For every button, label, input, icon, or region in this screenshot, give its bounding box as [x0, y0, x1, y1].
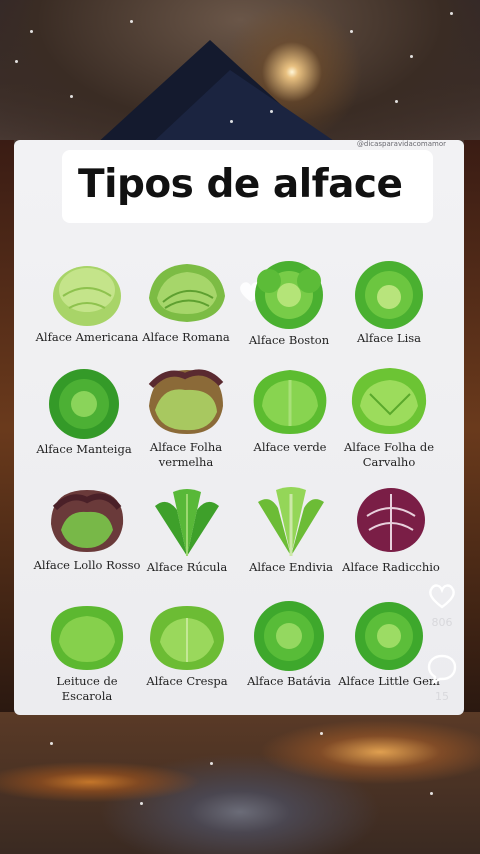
background-right-strip — [464, 140, 480, 715]
lettuce-item: Alface Radicchio — [336, 486, 446, 575]
lettuce-item: Alface Americana — [32, 260, 142, 345]
background-galaxy-top — [0, 0, 480, 145]
boston-lettuce-icon — [255, 261, 323, 329]
butterhead-lettuce-icon — [355, 261, 423, 329]
item-label: Alface Lollo Rosso — [33, 558, 141, 572]
escarole-icon — [50, 606, 124, 670]
lettuce-item: Alface Batávia — [234, 600, 344, 689]
mountain-silhouette-2 — [150, 70, 340, 145]
lettuce-item: Alface Lisa — [334, 259, 444, 346]
lettuce-item: Alface Crespa — [132, 602, 242, 689]
lollo-rosso-lettuce-icon — [51, 490, 124, 552]
background-left-strip — [0, 140, 14, 715]
lettuce-item: Alface verde — [235, 366, 345, 455]
item-label: Alface Batávia — [247, 674, 331, 688]
lettuce-item: Alface Romana — [131, 258, 241, 345]
item-label: Alface Romana — [142, 330, 230, 344]
like-count: 806 — [431, 616, 453, 629]
item-label: Alface Folha vermelha — [149, 440, 223, 469]
item-label: Alface Crespa — [146, 674, 228, 688]
comment-bubble-icon[interactable] — [426, 652, 458, 685]
lettuce-item: Alface Manteiga — [29, 368, 139, 457]
item-label: Alface Boston — [248, 333, 330, 347]
item-label: Alface Manteiga — [36, 442, 132, 456]
romaine-lettuce-icon — [149, 264, 225, 322]
red-leaf-lettuce-icon — [148, 369, 224, 434]
green-leaf-lettuce-icon — [253, 370, 327, 434]
radicchio-icon — [357, 488, 425, 552]
lettuce-item: Alface Endivia — [236, 486, 346, 575]
item-label: Alface Lisa — [356, 331, 422, 345]
item-label: Alface Americana — [35, 330, 139, 344]
item-label: Leituce de Escarola — [56, 674, 118, 703]
background-nebula-bottom — [0, 712, 480, 854]
item-label: Alface Endivia — [249, 560, 333, 574]
curly-lettuce-icon — [150, 606, 224, 670]
comment-count: 15 — [435, 690, 449, 703]
lettuce-item: Alface Folha vermelha — [131, 366, 241, 470]
arugula-icon — [155, 489, 219, 556]
batavia-lettuce-icon — [254, 601, 324, 671]
iceberg-lettuce-icon — [53, 266, 121, 326]
comment-action[interactable]: 15 — [422, 652, 462, 703]
post-image-card: @dicasparavidacomamor Tipos de alface Al… — [14, 140, 464, 715]
item-label: Alface verde — [253, 440, 327, 454]
oak-leaf-lettuce-icon — [351, 368, 427, 434]
item-label: Alface Folha de Carvalho — [343, 440, 435, 469]
lettuce-item: Alface Folha de Carvalho — [334, 364, 444, 470]
heart-outline-icon[interactable] — [426, 580, 458, 610]
item-label: Alface Radicchio — [342, 560, 440, 574]
lettuce-item: Alface Boston — [234, 257, 344, 348]
lettuce-item: Alface Rúcula — [132, 486, 242, 575]
lettuce-grid: Alface Americana Alface Romana Alface Bo… — [14, 140, 464, 715]
item-label: Alface Rúcula — [146, 560, 228, 574]
little-gem-lettuce-icon — [355, 602, 423, 670]
lettuce-item: Alface Lollo Rosso — [32, 486, 142, 573]
like-action[interactable]: 806 — [422, 580, 462, 629]
endive-icon — [258, 487, 324, 556]
lettuce-item: Leituce de Escarola — [32, 602, 142, 704]
butter-lettuce-icon — [49, 369, 119, 439]
